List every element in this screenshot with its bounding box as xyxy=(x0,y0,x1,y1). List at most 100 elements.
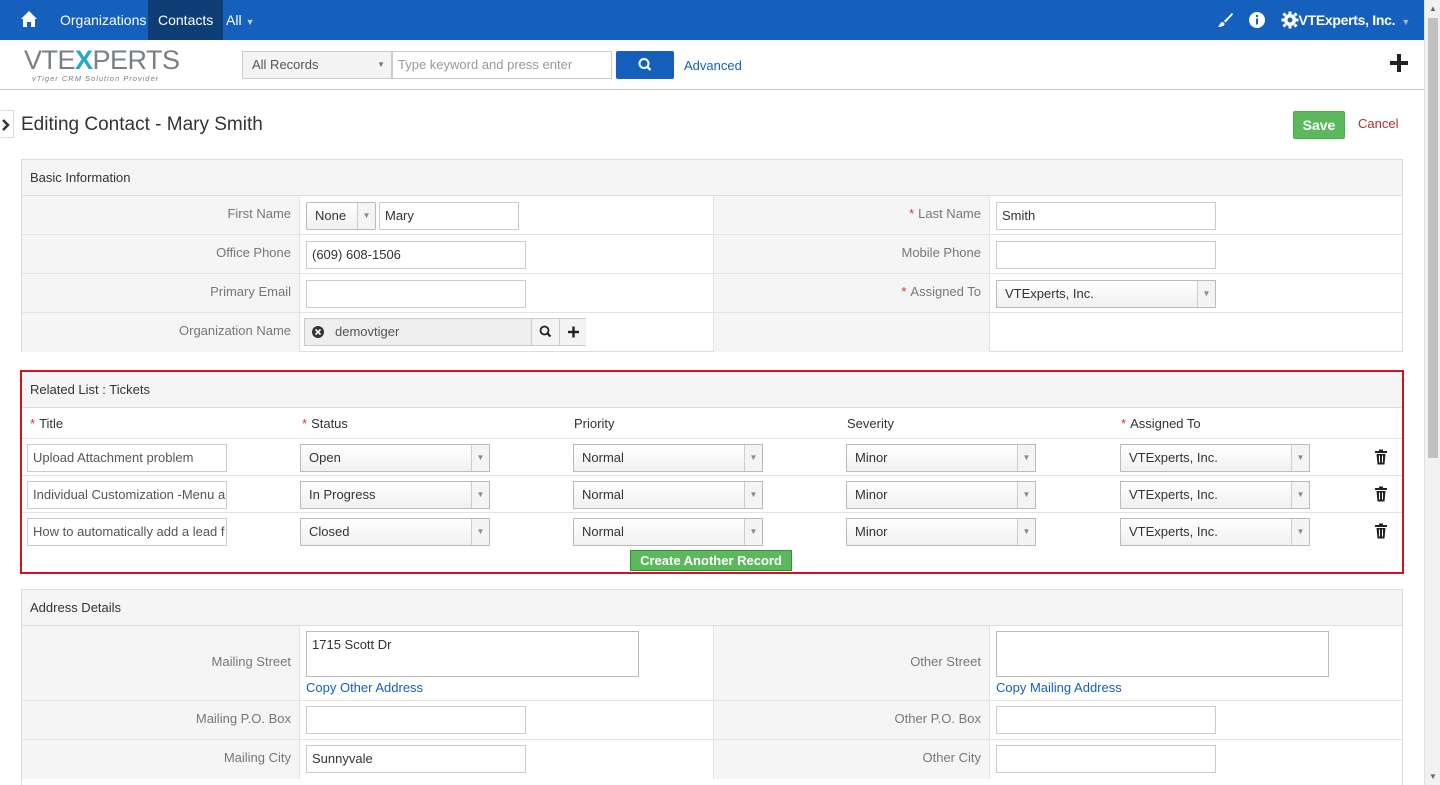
ticket-priority-select[interactable]: Normal ▼ xyxy=(573,481,763,509)
top-navbar: Organizations Contacts All ▼ VTExperts, I… xyxy=(0,0,1440,40)
field-label: Mobile Phone xyxy=(713,235,989,273)
first-name-input[interactable]: Mary xyxy=(379,202,519,230)
chevron-down-icon: ▼ xyxy=(744,519,762,545)
scroll-down-icon[interactable]: ▼ xyxy=(1429,772,1437,781)
form-row: Mailing P.O. Box Other P.O. Box xyxy=(22,701,1402,740)
ticket-severity-select[interactable]: Minor ▼ xyxy=(846,444,1036,472)
chevron-down-icon: ▼ xyxy=(1197,281,1215,307)
block-heading: Basic Information xyxy=(22,160,1402,196)
user-menu[interactable]: VTExperts, Inc. ▼ xyxy=(1299,0,1411,42)
column-header-assigned-to: * Assigned To xyxy=(1121,416,1201,431)
ticket-assigned-select[interactable]: VTExperts, Inc. ▼ xyxy=(1120,444,1310,472)
mailing-street-textarea[interactable]: 1715 Scott Dr xyxy=(306,631,639,677)
chevron-down-icon: ▼ xyxy=(471,445,489,471)
other-city-input[interactable] xyxy=(996,745,1216,773)
form-row: Primary Email * Assigned To VTExperts, In… xyxy=(22,274,1402,313)
chevron-down-icon: ▼ xyxy=(1017,519,1035,545)
field-label: Mailing City xyxy=(22,740,299,779)
ticket-title-input[interactable]: Individual Customization -Menu a xyxy=(27,481,227,509)
column-header-severity: Severity xyxy=(847,416,894,431)
field-label: Mailing Street xyxy=(22,626,299,700)
form-row: First Name None ▼ Mary * Last Name Smith xyxy=(22,196,1402,235)
nav-all-label: All xyxy=(226,12,242,28)
quick-create-plus-icon[interactable] xyxy=(1390,54,1408,72)
column-header-priority: Priority xyxy=(574,416,615,431)
organization-search-button[interactable] xyxy=(531,319,559,345)
form-row: Mailing Street 1715 Scott Dr Copy Other … xyxy=(22,626,1402,701)
company-logo[interactable]: VTEXPERTS vTiger CRM Solution Provider xyxy=(24,46,184,86)
sidebar-toggle[interactable] xyxy=(0,110,14,138)
trash-icon[interactable] xyxy=(1374,486,1388,502)
mailing-po-box-input[interactable] xyxy=(306,706,526,734)
ticket-priority-select[interactable]: Normal ▼ xyxy=(573,518,763,546)
assigned-to-select[interactable]: VTExperts, Inc. ▼ xyxy=(996,280,1216,308)
office-phone-input[interactable]: (609) 608-1506 xyxy=(306,241,526,269)
chevron-down-icon: ▼ xyxy=(471,519,489,545)
info-icon[interactable] xyxy=(1248,11,1266,29)
column-header-status: * Status xyxy=(302,416,348,431)
header-row: VTEXPERTS vTiger CRM Solution Provider A… xyxy=(0,40,1424,90)
scrollbar-thumb[interactable] xyxy=(1428,18,1438,458)
trash-icon[interactable] xyxy=(1374,449,1388,465)
chevron-down-icon: ▼ xyxy=(1017,482,1035,508)
ticket-priority-select[interactable]: Normal ▼ xyxy=(573,444,763,472)
trash-icon[interactable] xyxy=(1374,523,1388,539)
search-button[interactable] xyxy=(616,51,674,79)
mobile-phone-input[interactable] xyxy=(996,241,1216,269)
plus-icon xyxy=(568,326,579,338)
nav-contacts[interactable]: Contacts xyxy=(148,0,224,40)
organization-add-button[interactable] xyxy=(559,319,586,345)
save-button[interactable]: Save xyxy=(1293,111,1345,139)
mailing-city-input[interactable]: Sunnyvale xyxy=(306,745,526,773)
other-street-textarea[interactable] xyxy=(996,631,1329,677)
last-name-input[interactable]: Smith xyxy=(996,202,1216,230)
basic-information-block: Basic Information First Name None ▼ Mary … xyxy=(21,159,1403,352)
create-another-record-button[interactable]: Create Another Record xyxy=(630,550,792,571)
salutation-select[interactable]: None ▼ xyxy=(306,202,376,230)
primary-email-input[interactable] xyxy=(306,280,526,308)
nav-organizations[interactable]: Organizations xyxy=(50,0,156,40)
chevron-down-icon: ▼ xyxy=(357,203,375,229)
ticket-status-select[interactable]: Open ▼ xyxy=(300,444,490,472)
organization-field: demovtiger xyxy=(304,318,586,346)
ticket-assigned-select[interactable]: VTExperts, Inc. ▼ xyxy=(1120,481,1310,509)
search-scope-select[interactable]: All Records ▼ xyxy=(242,51,392,79)
field-label: Mailing P.O. Box xyxy=(22,701,299,739)
chevron-right-icon xyxy=(2,119,10,131)
copy-mailing-address-link[interactable]: Copy Mailing Address xyxy=(996,680,1122,695)
chevron-down-icon: ▼ xyxy=(1291,445,1309,471)
ticket-title-input[interactable]: How to automatically add a lead f xyxy=(27,518,227,546)
other-po-box-input[interactable] xyxy=(996,706,1216,734)
field-label: * Assigned To xyxy=(713,274,989,312)
block-heading: Related List : Tickets xyxy=(22,372,1402,408)
ticket-status-select[interactable]: Closed ▼ xyxy=(300,518,490,546)
ticket-row: Upload Attachment problem Open ▼ Normal ▼ … xyxy=(22,438,1402,475)
ticket-status-select[interactable]: In Progress ▼ xyxy=(300,481,490,509)
ticket-title-input[interactable]: Upload Attachment problem xyxy=(27,444,227,472)
advanced-search-link[interactable]: Advanced xyxy=(684,58,742,73)
field-label: First Name xyxy=(22,196,299,234)
ticket-severity-select[interactable]: Minor ▼ xyxy=(846,481,1036,509)
field-label: Other City xyxy=(713,740,989,779)
nav-all-menu[interactable]: All ▼ xyxy=(216,0,264,40)
scroll-up-icon[interactable]: ▲ xyxy=(1429,4,1437,13)
form-row: Mailing City Sunnyvale Other City xyxy=(22,740,1402,779)
gear-icon[interactable] xyxy=(1281,11,1299,29)
clear-icon[interactable] xyxy=(311,325,325,339)
ticket-row: Individual Customization -Menu a In Prog… xyxy=(22,475,1402,512)
ticket-assigned-select[interactable]: VTExperts, Inc. ▼ xyxy=(1120,518,1310,546)
field-label: Office Phone xyxy=(22,235,299,273)
chevron-down-icon: ▼ xyxy=(377,60,385,69)
search-input[interactable]: Type keyword and press enter xyxy=(392,51,612,79)
home-icon[interactable] xyxy=(20,10,38,28)
page-title: Editing Contact - Mary Smith xyxy=(21,114,263,135)
cancel-link[interactable]: Cancel xyxy=(1358,116,1398,131)
ticket-severity-select[interactable]: Minor ▼ xyxy=(846,518,1036,546)
chevron-down-icon: ▼ xyxy=(245,17,255,27)
field-label: Other Street xyxy=(713,626,989,700)
copy-other-address-link[interactable]: Copy Other Address xyxy=(306,680,423,695)
vertical-scrollbar[interactable]: ▲ ▼ xyxy=(1424,0,1440,785)
chevron-down-icon: ▼ xyxy=(1399,17,1410,27)
chevron-down-icon: ▼ xyxy=(744,482,762,508)
paintbrush-icon[interactable] xyxy=(1216,11,1234,29)
